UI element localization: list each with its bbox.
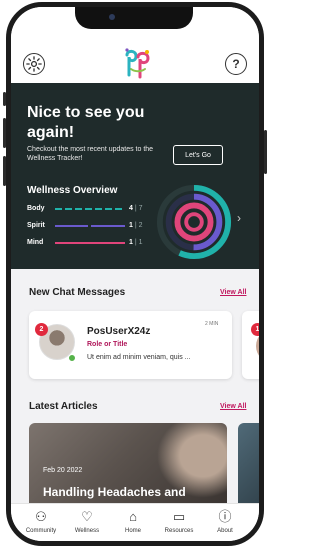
camera-dot bbox=[109, 14, 115, 20]
ring-mind bbox=[174, 202, 214, 242]
metric-value: 1 | 1 bbox=[129, 239, 143, 246]
metric-row-spirit: Spirit 1 | 2 bbox=[27, 220, 147, 232]
metric-value-num: 1 bbox=[129, 239, 133, 246]
help-glyph: ? bbox=[232, 57, 240, 71]
metric-value: 4 | 7 bbox=[129, 205, 143, 212]
metric-label: Body bbox=[27, 205, 45, 212]
metric-bar bbox=[55, 225, 125, 227]
nav-label: Resources bbox=[164, 528, 194, 534]
nav-label: About bbox=[217, 528, 233, 534]
chat-view-all-link[interactable]: View All bbox=[220, 289, 246, 296]
metric-total: 1 bbox=[138, 239, 143, 246]
nav-label: Community bbox=[25, 528, 57, 534]
phone-frame: ? Nice to see you again! Checkout the mo… bbox=[6, 2, 264, 546]
nav-label: Home bbox=[124, 528, 141, 534]
question-circle-icon[interactable]: ? bbox=[225, 53, 247, 75]
metric-value: 1 | 2 bbox=[129, 222, 143, 229]
gear-icon-glyph bbox=[26, 56, 42, 72]
chat-heading: New Chat Messages bbox=[29, 287, 126, 298]
metric-total: 7 bbox=[138, 205, 143, 212]
hero-subtitle: Checkout the most recent updates to the … bbox=[27, 146, 154, 162]
hero-title: Nice to see you again! bbox=[27, 104, 145, 141]
article-card[interactable] bbox=[238, 423, 259, 505]
unread-badge: 2 bbox=[35, 323, 48, 336]
hero-banner: Nice to see you again! Checkout the most… bbox=[11, 83, 259, 269]
metric-value-num: 1 bbox=[129, 222, 133, 229]
nav-about[interactable]: ⓘ About bbox=[203, 508, 247, 541]
wellness-rings-chart bbox=[156, 184, 232, 260]
chat-message-preview: Ut enim ad minim veniam, quis ... bbox=[87, 354, 191, 361]
chevron-right-icon[interactable]: › bbox=[237, 211, 241, 225]
article-date: Feb 20 2022 bbox=[43, 467, 83, 474]
nav-label: Wellness bbox=[74, 528, 100, 534]
article-title: Handling Headaches and bbox=[43, 485, 186, 499]
nav-wellness[interactable]: ♡ Wellness bbox=[65, 508, 109, 541]
chat-card[interactable]: 1 bbox=[242, 311, 259, 379]
metric-bar bbox=[55, 242, 125, 244]
power-button bbox=[264, 130, 267, 174]
notch bbox=[75, 7, 193, 29]
app-logo bbox=[125, 48, 150, 79]
home-icon: ⌂ bbox=[129, 509, 137, 524]
book-icon: ▭ bbox=[172, 509, 186, 524]
unread-badge: 1 bbox=[251, 323, 259, 336]
metric-total-sep: | bbox=[134, 205, 137, 212]
articles-heading: Latest Articles bbox=[29, 401, 98, 412]
bottom-nav: ⚇ Community ♡ Wellness ⌂ Home ▭ Resource… bbox=[11, 503, 259, 541]
nav-resources[interactable]: ▭ Resources bbox=[157, 508, 201, 541]
metric-bar bbox=[55, 208, 125, 210]
online-status-dot bbox=[68, 354, 76, 362]
metric-row-body: Body 4 | 7 bbox=[27, 203, 147, 215]
chat-role: Role or Title bbox=[87, 341, 128, 348]
metric-total: 2 bbox=[138, 222, 143, 229]
metric-row-mind: Mind 1 | 1 bbox=[27, 237, 147, 249]
articles-view-all-link[interactable]: View All bbox=[220, 403, 246, 410]
wellness-overview-title: Wellness Overview bbox=[27, 185, 118, 196]
nav-home[interactable]: ⌂ Home bbox=[111, 508, 155, 541]
metric-value-num: 4 bbox=[129, 205, 133, 212]
gear-icon[interactable] bbox=[23, 53, 45, 75]
nav-community[interactable]: ⚇ Community bbox=[19, 508, 63, 541]
article-card[interactable]: Feb 20 2022 Handling Headaches and bbox=[29, 423, 227, 505]
chat-card[interactable]: 2 2 MIN PosUserX24z Role or Title Ut eni… bbox=[29, 311, 232, 379]
lets-go-button[interactable]: Let's Go bbox=[173, 145, 223, 165]
heart-icon: ♡ bbox=[81, 509, 93, 524]
metric-label: Mind bbox=[27, 239, 44, 246]
metric-total-sep: | bbox=[134, 239, 137, 246]
info-icon: ⓘ bbox=[218, 509, 232, 524]
community-icon: ⚇ bbox=[35, 509, 47, 524]
chat-username: PosUserX24z bbox=[87, 326, 151, 337]
chat-time: 2 MIN bbox=[205, 321, 219, 327]
metric-total-sep: | bbox=[134, 222, 137, 229]
metric-label: Spirit bbox=[27, 222, 45, 229]
